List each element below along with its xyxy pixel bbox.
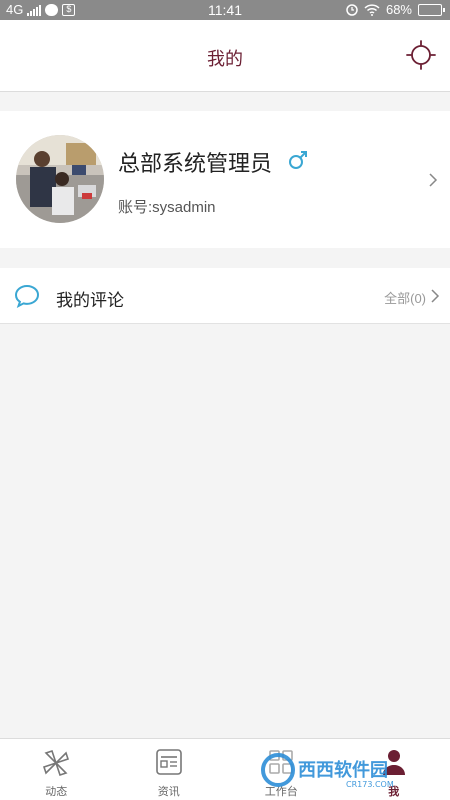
settings-sun-icon[interactable] (406, 40, 436, 70)
watermark-logo: 西西软件园 CR173.COM (261, 753, 394, 789)
status-right: 68% (346, 2, 445, 17)
app-header: 我的 (0, 20, 450, 92)
my-comments-row[interactable]: 我的评论 全部(0) (0, 268, 450, 324)
account-id: 账号:sysadmin (118, 199, 216, 216)
chevron-right-icon (431, 289, 440, 303)
comments-label: 我的评论 (56, 291, 124, 310)
user-name: 总部系统管理员 (118, 151, 273, 176)
profile-card[interactable]: 总部系统管理员 账号:sysadmin (0, 111, 450, 248)
news-icon (155, 749, 182, 775)
pinwheel-icon (43, 749, 70, 777)
page-title: 我的 (207, 49, 243, 69)
comments-count[interactable]: 全部(0) (384, 288, 426, 307)
tab-feed[interactable]: 动态 (0, 739, 113, 800)
watermark-subtext: CR173.COM (346, 780, 394, 789)
watermark-text: 西西软件园 (298, 759, 388, 781)
tab-news[interactable]: 资讯 (113, 739, 226, 800)
male-icon (289, 151, 307, 169)
clock-icon (346, 3, 358, 16)
battery-percent: 68% (385, 2, 412, 17)
comment-icon (14, 284, 40, 308)
wifi-icon (364, 3, 380, 16)
avatar (16, 135, 104, 223)
tab-label: 动态 (45, 786, 68, 798)
battery-icon (418, 3, 445, 16)
tab-label: 资讯 (157, 786, 180, 798)
status-bar: 4G $ 11:41 68% (0, 0, 450, 20)
chevron-right-icon (429, 173, 438, 187)
